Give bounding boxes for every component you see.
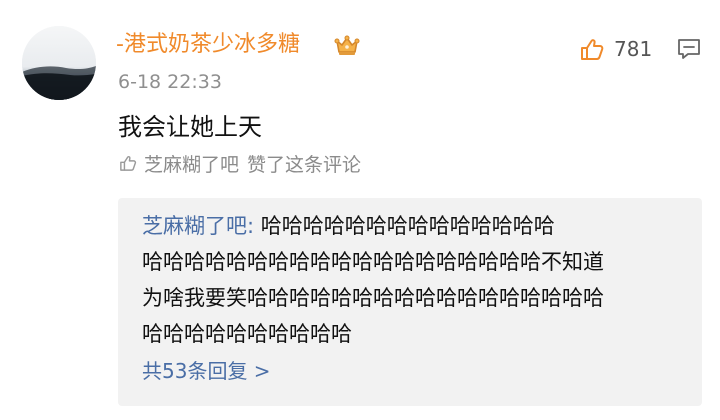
reply-text: 哈哈哈哈哈哈哈哈哈哈哈哈哈哈 [260, 214, 555, 238]
comment-icon[interactable] [676, 36, 702, 62]
timestamp: 6-18 22:33 [118, 71, 222, 93]
reply-line-2: 哈哈哈哈哈哈哈哈哈哈哈哈哈哈哈哈哈哈哈不知道 [142, 250, 604, 274]
avatar[interactable] [22, 26, 96, 100]
like-count: 781 [614, 37, 653, 61]
view-replies-link[interactable]: 共53条回复 > [142, 354, 678, 388]
reply-preview[interactable]: 芝麻糊了吧: 哈哈哈哈哈哈哈哈哈哈哈哈哈哈 哈哈哈哈哈哈哈哈哈哈哈哈哈哈哈哈哈哈… [118, 198, 702, 406]
liked-by-line: 芝麻糊了吧 赞了这条评论 [118, 150, 361, 176]
reply-line-3: 为啥我要笑哈哈哈哈哈哈哈哈哈哈哈哈哈哈哈哈哈 [142, 286, 604, 310]
liked-by-action: 赞了这条评论 [247, 153, 362, 176]
comment-text: 我会让她上天 [118, 113, 262, 141]
username[interactable]: -港式奶茶少冰多糖 [116, 30, 300, 60]
thumbs-up-icon [581, 39, 604, 60]
liked-by-name[interactable]: 芝麻糊了吧 [144, 150, 239, 177]
reply-line-4: 哈哈哈哈哈哈哈哈哈哈 [142, 322, 352, 346]
crown-icon [334, 35, 360, 55]
reply-line-1: 芝麻糊了吧: 哈哈哈哈哈哈哈哈哈哈哈哈哈哈 [142, 208, 678, 244]
reply-separator: : [247, 214, 261, 238]
small-thumbs-up-icon [120, 156, 137, 171]
comment-page: -港式奶茶少冰多糖 6-18 22:33 781 我会让她上天 芝麻糊了吧 赞了… [0, 0, 720, 420]
like-button[interactable]: 781 [578, 34, 652, 64]
reply-author[interactable]: 芝麻糊了吧 [142, 214, 247, 238]
